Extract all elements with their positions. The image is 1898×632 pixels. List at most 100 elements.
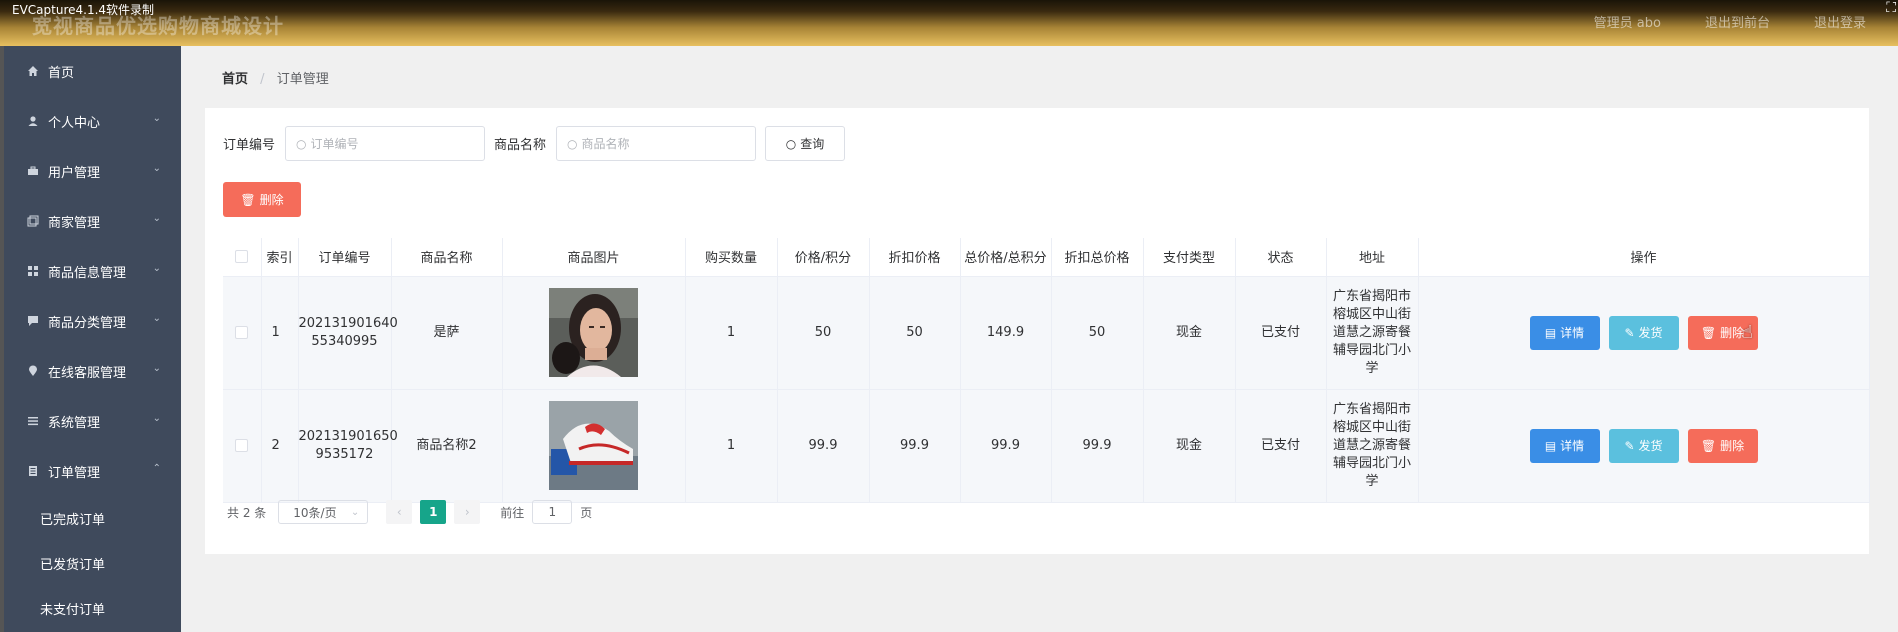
edit-icon: ✎ [1624,325,1635,340]
sidebar-item-label: 个人中心 [48,115,101,131]
sidebar-item-categories[interactable]: 商品分类管理 ⌄ [4,296,181,346]
cell-order-no: 202131901640 55340995 [298,276,398,390]
sidebar-item-merchants[interactable]: 商家管理 ⌄ [4,196,181,246]
row-checkbox[interactable] [235,438,249,452]
cell-product-image [502,389,686,503]
sidebar-item-label: 订单管理 [48,465,101,481]
ship-button[interactable]: ✎ 发货 [1608,428,1679,463]
next-page-button[interactable]: › [454,500,481,524]
select-all-checkbox[interactable] [235,250,249,264]
search-icon: ○ [567,136,578,151]
order-no-line: 55340995 [311,333,378,349]
column-header: 支付类型 [1143,238,1236,277]
column-header: 操作 [1418,238,1870,277]
chevron-down-icon: ⌄ [152,263,161,274]
sidebar-subitem-shipped[interactable]: 已发货订单 [4,541,181,586]
cell-discount-total: 50 [1051,276,1144,390]
page-size-select[interactable]: 10条/页 ⌄ [278,500,369,524]
logout-link[interactable]: 退出登录 [1814,12,1866,31]
trash-icon: 🗑 [1700,325,1717,340]
chevron-down-icon: ⌄ [152,113,161,124]
cell-quantity: 1 [685,276,778,390]
column-header: 状态 [1235,238,1327,277]
menu-icon [26,414,40,428]
chevron-down-icon: ⌄ [350,506,360,518]
chevron-up-icon: ⌃ [152,463,161,474]
current-user: 管理员 abo [1593,16,1661,31]
delete-button-label: 删除 [1720,325,1745,340]
ship-button[interactable]: ✎ 发货 [1608,315,1679,350]
search-icon: ○ [296,136,307,151]
sidebar-item-label: 商品信息管理 [48,265,127,281]
detail-button-label: 详情 [1560,438,1585,453]
sidebar-subitem-unpaid[interactable]: 未支付订单 [4,586,181,631]
delete-button-label: 删除 [1720,438,1745,453]
cell-order-no: 202131901650 9535172 [298,389,398,503]
chat-icon [26,314,40,328]
column-header: 地址 [1326,238,1419,277]
row-select-cell [223,276,262,390]
order-no-input[interactable]: ○ 订单编号 [285,126,486,161]
sidebar-item-label: 首页 [48,65,75,81]
sidebar-item-profile[interactable]: 个人中心 ⌄ [4,96,181,146]
cell-actions: ▤ 详情 ✎ 发货 🗑 删除 [1418,276,1870,390]
goto-suffix: 页 [580,505,593,520]
table-row: 1 202131901640 55340995 是萨 1 50 50 149.9… [223,276,1870,390]
briefcase-icon [26,164,40,178]
copy-icon [26,214,40,228]
sidebar-item-home[interactable]: 首页 [4,46,181,96]
pagination: 共 2 条 10条/页 ⌄ ‹ 1 › 前往 1 页 [227,500,592,524]
order-no-line: 202131901640 [298,315,398,331]
top-bar: EVCapture4.1.4软件录制 宽视商品优选购物商城设计 管理员 abo … [0,0,1898,46]
row-select-cell [223,389,262,503]
sidebar-item-system[interactable]: 系统管理 ⌄ [4,396,181,446]
cell-status: 已支付 [1235,389,1327,503]
cell-total: 149.9 [960,276,1052,390]
sidebar-item-users[interactable]: 用户管理 ⌄ [4,146,181,196]
column-header: 价格/积分 [777,238,870,277]
page-number-current[interactable]: 1 [420,500,447,524]
select-all-header[interactable] [223,238,262,277]
edit-icon: ✎ [1624,438,1635,453]
document-icon: ▤ [1544,325,1557,340]
query-button-label: 查询 [800,137,825,151]
detail-button-label: 详情 [1560,325,1585,340]
product-name-input[interactable]: ○ 商品名称 [556,126,757,161]
pagination-total: 共 2 条 [227,505,267,520]
delete-button[interactable]: 🗑 删除 [1687,428,1758,463]
sidebar-item-service[interactable]: 在线客服管理 ⌄ [4,346,181,396]
cell-product-name: 是萨 [391,276,503,390]
top-right-links: 管理员 abo 退出到前台 退出登录 [1594,12,1866,31]
sidebar-item-products[interactable]: 商品信息管理 ⌄ [4,246,181,296]
ship-button-label: 发货 [1638,438,1663,453]
fullscreen-icon[interactable]: ⛶ [1886,0,1896,16]
product-image-sneaker [549,401,638,490]
ship-button-label: 发货 [1638,325,1663,340]
search-icon: ○ [785,136,797,151]
cell-discount-price: 50 [869,276,961,390]
sidebar-item-label: 在线客服管理 [48,365,127,381]
batch-delete-button[interactable]: 🗑 删除 [223,182,301,217]
product-name-placeholder: 商品名称 [581,137,630,151]
sidebar-item-label: 用户管理 [48,165,101,181]
order-table: 索引 订单编号 商品名称 商品图片 购买数量 价格/积分 折扣价格 总价格/总积… [223,238,1870,503]
cell-price: 50 [777,276,870,390]
cell-index: 1 [261,276,299,390]
detail-button[interactable]: ▤ 详情 [1529,428,1600,463]
order-no-line: 202131901650 [298,428,398,444]
product-image-portrait [549,288,638,377]
column-header: 订单编号 [298,238,392,277]
sidebar-item-label: 系统管理 [48,415,101,431]
order-no-label: 订单编号 [223,138,276,153]
query-button[interactable]: ○ 查询 [765,126,846,161]
order-card: 订单编号 ○ 订单编号 商品名称 ○ 商品名称 ○ 查询 🗑 删除 索引 订单编… [205,108,1870,554]
sidebar-item-orders[interactable]: 订单管理 ⌃ [4,446,181,496]
back-front-link[interactable]: 退出到前台 [1705,12,1770,31]
breadcrumb-home[interactable]: 首页 [222,72,248,87]
detail-button[interactable]: ▤ 详情 [1529,315,1600,350]
sidebar-subitem-completed[interactable]: 已完成订单 [4,496,181,541]
goto-page-input[interactable]: 1 [532,500,573,524]
prev-page-button[interactable]: ‹ [386,500,413,524]
row-checkbox[interactable] [235,325,249,339]
chevron-down-icon: ⌄ [152,363,161,374]
